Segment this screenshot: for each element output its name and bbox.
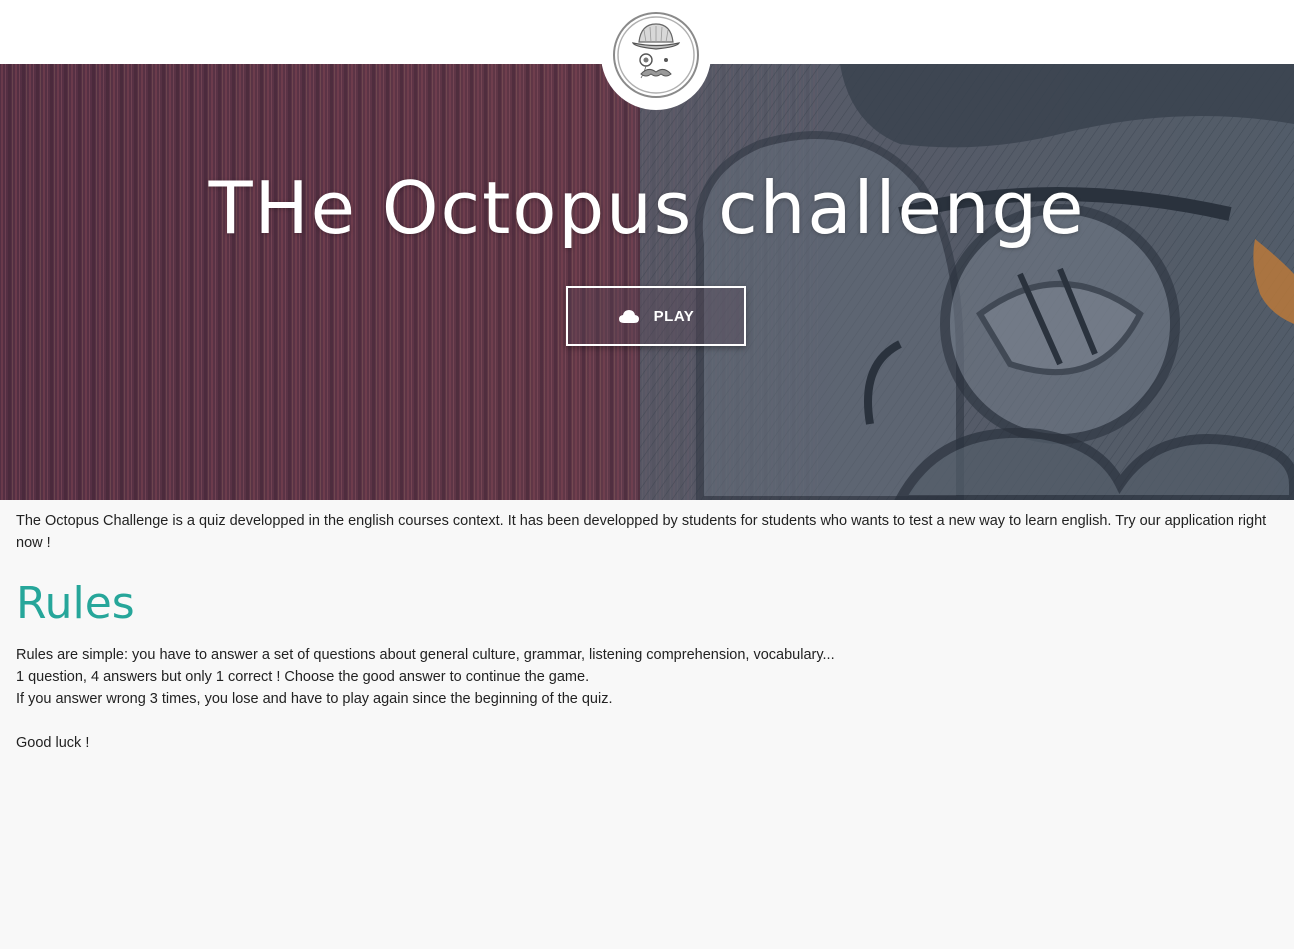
rules-line: If you answer wrong 3 times, you lose an…: [16, 691, 613, 707]
octopus-face-illustration: [0, 64, 1294, 500]
octopus-gentleman-logo-icon: [613, 12, 699, 98]
main-content: The Octopus Challenge is a quiz developp…: [16, 510, 1278, 754]
closing-line: Good luck !: [16, 735, 90, 751]
cloud-icon: [618, 310, 639, 323]
hero-title: THe Octopus challenge: [208, 166, 1086, 250]
play-button[interactable]: PLAY: [566, 286, 746, 346]
rules-text: Rules are simple: you have to answer a s…: [16, 644, 1278, 754]
rules-line: 1 question, 4 answers but only 1 correct…: [16, 669, 590, 685]
rules-line: Rules are simple: you have to answer a s…: [16, 647, 835, 663]
hero-banner: THe Octopus challenge PLAY: [0, 64, 1294, 500]
play-button-label: PLAY: [653, 307, 695, 325]
logo[interactable]: [601, 0, 711, 110]
intro-paragraph: The Octopus Challenge is a quiz developp…: [16, 513, 1267, 551]
rules-heading: Rules: [16, 578, 135, 629]
